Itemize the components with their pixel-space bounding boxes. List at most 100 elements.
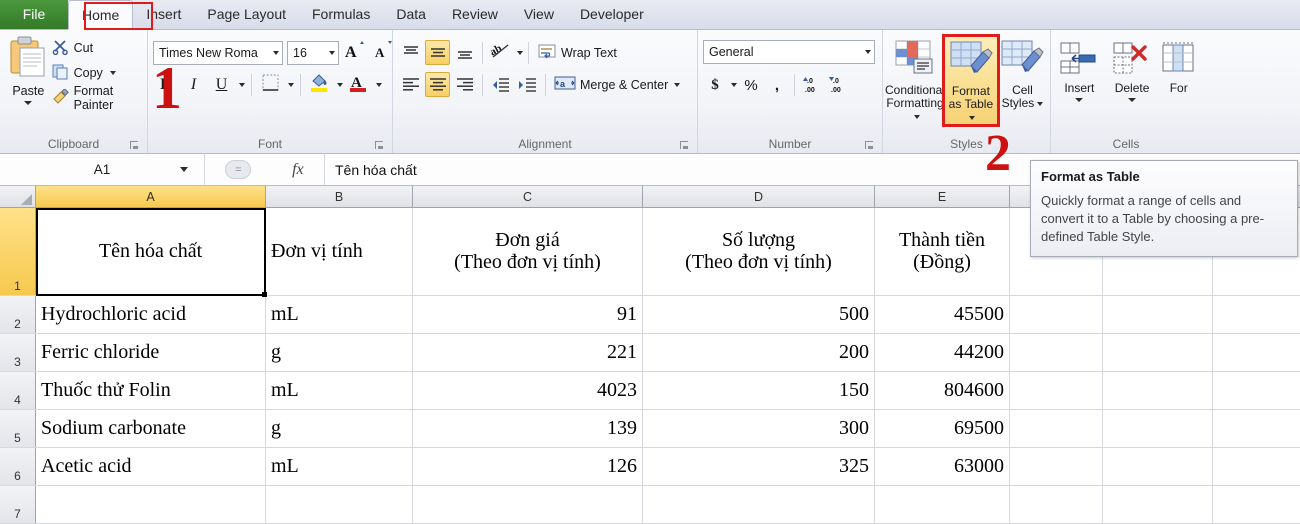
- tab-page-layout[interactable]: Page Layout: [194, 0, 299, 29]
- comma-style-button[interactable]: ,: [765, 73, 789, 97]
- cell-D3[interactable]: 200: [643, 334, 875, 371]
- cell-D6[interactable]: 325: [643, 448, 875, 485]
- cell-styles-chevron-down-icon[interactable]: [1037, 101, 1044, 106]
- accounting-format-button[interactable]: $: [703, 73, 727, 97]
- cell-x63[interactable]: [1103, 334, 1213, 371]
- format-painter-button[interactable]: Format Painter: [52, 84, 142, 112]
- font-size-combo[interactable]: 16: [287, 40, 339, 65]
- copy-chevron-down-icon[interactable]: [109, 71, 116, 75]
- cell-styles-button[interactable]: Cell Styles: [1000, 36, 1045, 110]
- cell-A4[interactable]: Thuốc thử Folin: [36, 372, 266, 409]
- column-header-D[interactable]: D: [643, 186, 875, 207]
- cell-B5[interactable]: g: [266, 410, 413, 447]
- cell-E6[interactable]: 63000: [875, 448, 1010, 485]
- cell-B1[interactable]: Đơn vị tính: [266, 208, 413, 295]
- fill-color-button[interactable]: [307, 72, 332, 97]
- font-size-chevron-down-icon[interactable]: [329, 50, 335, 55]
- cell-B2[interactable]: mL: [266, 296, 413, 333]
- cell-x67[interactable]: [1103, 486, 1213, 523]
- tab-developer[interactable]: Developer: [567, 0, 657, 29]
- row-header-1[interactable]: 1: [0, 208, 36, 295]
- cell-B6[interactable]: mL: [266, 448, 413, 485]
- column-header-C[interactable]: C: [413, 186, 643, 207]
- select-all-corner[interactable]: [0, 186, 36, 207]
- conditional-formatting-button[interactable]: Conditional Formatting: [885, 36, 945, 123]
- cell-E2[interactable]: 45500: [875, 296, 1010, 333]
- tab-formulas[interactable]: Formulas: [299, 0, 383, 29]
- align-middle-button[interactable]: [425, 40, 450, 65]
- cell-A5[interactable]: Sodium carbonate: [36, 410, 266, 447]
- cell-x64[interactable]: [1103, 372, 1213, 409]
- format-as-table-button[interactable]: Format as Table: [942, 34, 1000, 127]
- underline-chevron-down-icon[interactable]: [239, 82, 245, 87]
- grow-font-button[interactable]: A: [343, 40, 368, 65]
- cell-x52[interactable]: [1010, 296, 1103, 333]
- column-header-A[interactable]: A: [36, 186, 266, 207]
- name-box-chevron-down-icon[interactable]: [180, 167, 188, 172]
- cell-A6[interactable]: Acetic acid: [36, 448, 266, 485]
- cell-x76[interactable]: [1213, 448, 1300, 485]
- conditional-formatting-chevron-down-icon[interactable]: [913, 114, 920, 119]
- cell-B3[interactable]: g: [266, 334, 413, 371]
- cell-C5[interactable]: 139: [413, 410, 643, 447]
- cell-A7[interactable]: [36, 486, 266, 523]
- cell-E1[interactable]: Thành tiền (Đồng): [875, 208, 1010, 295]
- name-box[interactable]: A1: [0, 154, 205, 185]
- font-dialog-launcher[interactable]: [375, 141, 384, 150]
- cell-x65[interactable]: [1103, 410, 1213, 447]
- tab-insert[interactable]: Insert: [133, 0, 194, 29]
- cut-button[interactable]: Cut: [52, 37, 142, 59]
- percent-style-button[interactable]: %: [739, 73, 763, 97]
- font-color-button[interactable]: A: [346, 72, 371, 97]
- row-header-6[interactable]: 6: [0, 448, 36, 485]
- insert-function-icon[interactable]: fx: [292, 161, 304, 179]
- decrease-decimal-button[interactable]: .0 .00: [826, 73, 850, 97]
- column-header-B[interactable]: B: [266, 186, 413, 207]
- cell-E4[interactable]: 804600: [875, 372, 1010, 409]
- cell-x53[interactable]: [1010, 334, 1103, 371]
- cell-B7[interactable]: [266, 486, 413, 523]
- delete-chevron-down-icon[interactable]: [1128, 98, 1137, 102]
- cell-x72[interactable]: [1213, 296, 1300, 333]
- copy-button[interactable]: Copy: [52, 62, 142, 84]
- cell-C7[interactable]: [413, 486, 643, 523]
- clipboard-dialog-launcher[interactable]: [130, 141, 139, 150]
- expand-formula-bar-button[interactable]: =: [225, 160, 252, 179]
- number-dialog-launcher[interactable]: [865, 141, 874, 150]
- cell-x75[interactable]: [1213, 410, 1300, 447]
- tab-review[interactable]: Review: [439, 0, 511, 29]
- cell-D1[interactable]: Số lượng (Theo đơn vị tính): [643, 208, 875, 295]
- cell-x77[interactable]: [1213, 486, 1300, 523]
- tab-home[interactable]: Home: [68, 0, 134, 30]
- row-header-4[interactable]: 4: [0, 372, 36, 409]
- cell-x54[interactable]: [1010, 372, 1103, 409]
- borders-button[interactable]: [258, 72, 283, 97]
- orientation-chevron-down-icon[interactable]: [517, 50, 523, 55]
- cell-C3[interactable]: 221: [413, 334, 643, 371]
- cell-x56[interactable]: [1010, 448, 1103, 485]
- row-header-3[interactable]: 3: [0, 334, 36, 371]
- merge-center-chevron-down-icon[interactable]: [674, 82, 681, 87]
- insert-cells-button[interactable]: Insert: [1056, 38, 1103, 102]
- merge-center-button[interactable]: a Merge & Center: [551, 73, 683, 97]
- align-top-button[interactable]: [398, 40, 423, 65]
- decrease-indent-button[interactable]: [488, 72, 513, 97]
- paste-chevron-down-icon[interactable]: [24, 101, 33, 105]
- format-cells-button[interactable]: For: [1161, 38, 1196, 95]
- cell-E3[interactable]: 44200: [875, 334, 1010, 371]
- orientation-button[interactable]: ab: [488, 40, 513, 65]
- cell-B4[interactable]: mL: [266, 372, 413, 409]
- cell-C6[interactable]: 126: [413, 448, 643, 485]
- insert-chevron-down-icon[interactable]: [1075, 98, 1084, 102]
- align-right-button[interactable]: [452, 72, 477, 97]
- cell-C2[interactable]: 91: [413, 296, 643, 333]
- alignment-dialog-launcher[interactable]: [680, 141, 689, 150]
- cell-D2[interactable]: 500: [643, 296, 875, 333]
- tab-file[interactable]: File: [0, 0, 68, 29]
- underline-button[interactable]: U: [209, 72, 234, 97]
- align-bottom-button[interactable]: [452, 40, 477, 65]
- align-center-button[interactable]: [425, 72, 450, 97]
- borders-chevron-down-icon[interactable]: [288, 82, 294, 87]
- fill-color-chevron-down-icon[interactable]: [337, 82, 343, 87]
- cell-D4[interactable]: 150: [643, 372, 875, 409]
